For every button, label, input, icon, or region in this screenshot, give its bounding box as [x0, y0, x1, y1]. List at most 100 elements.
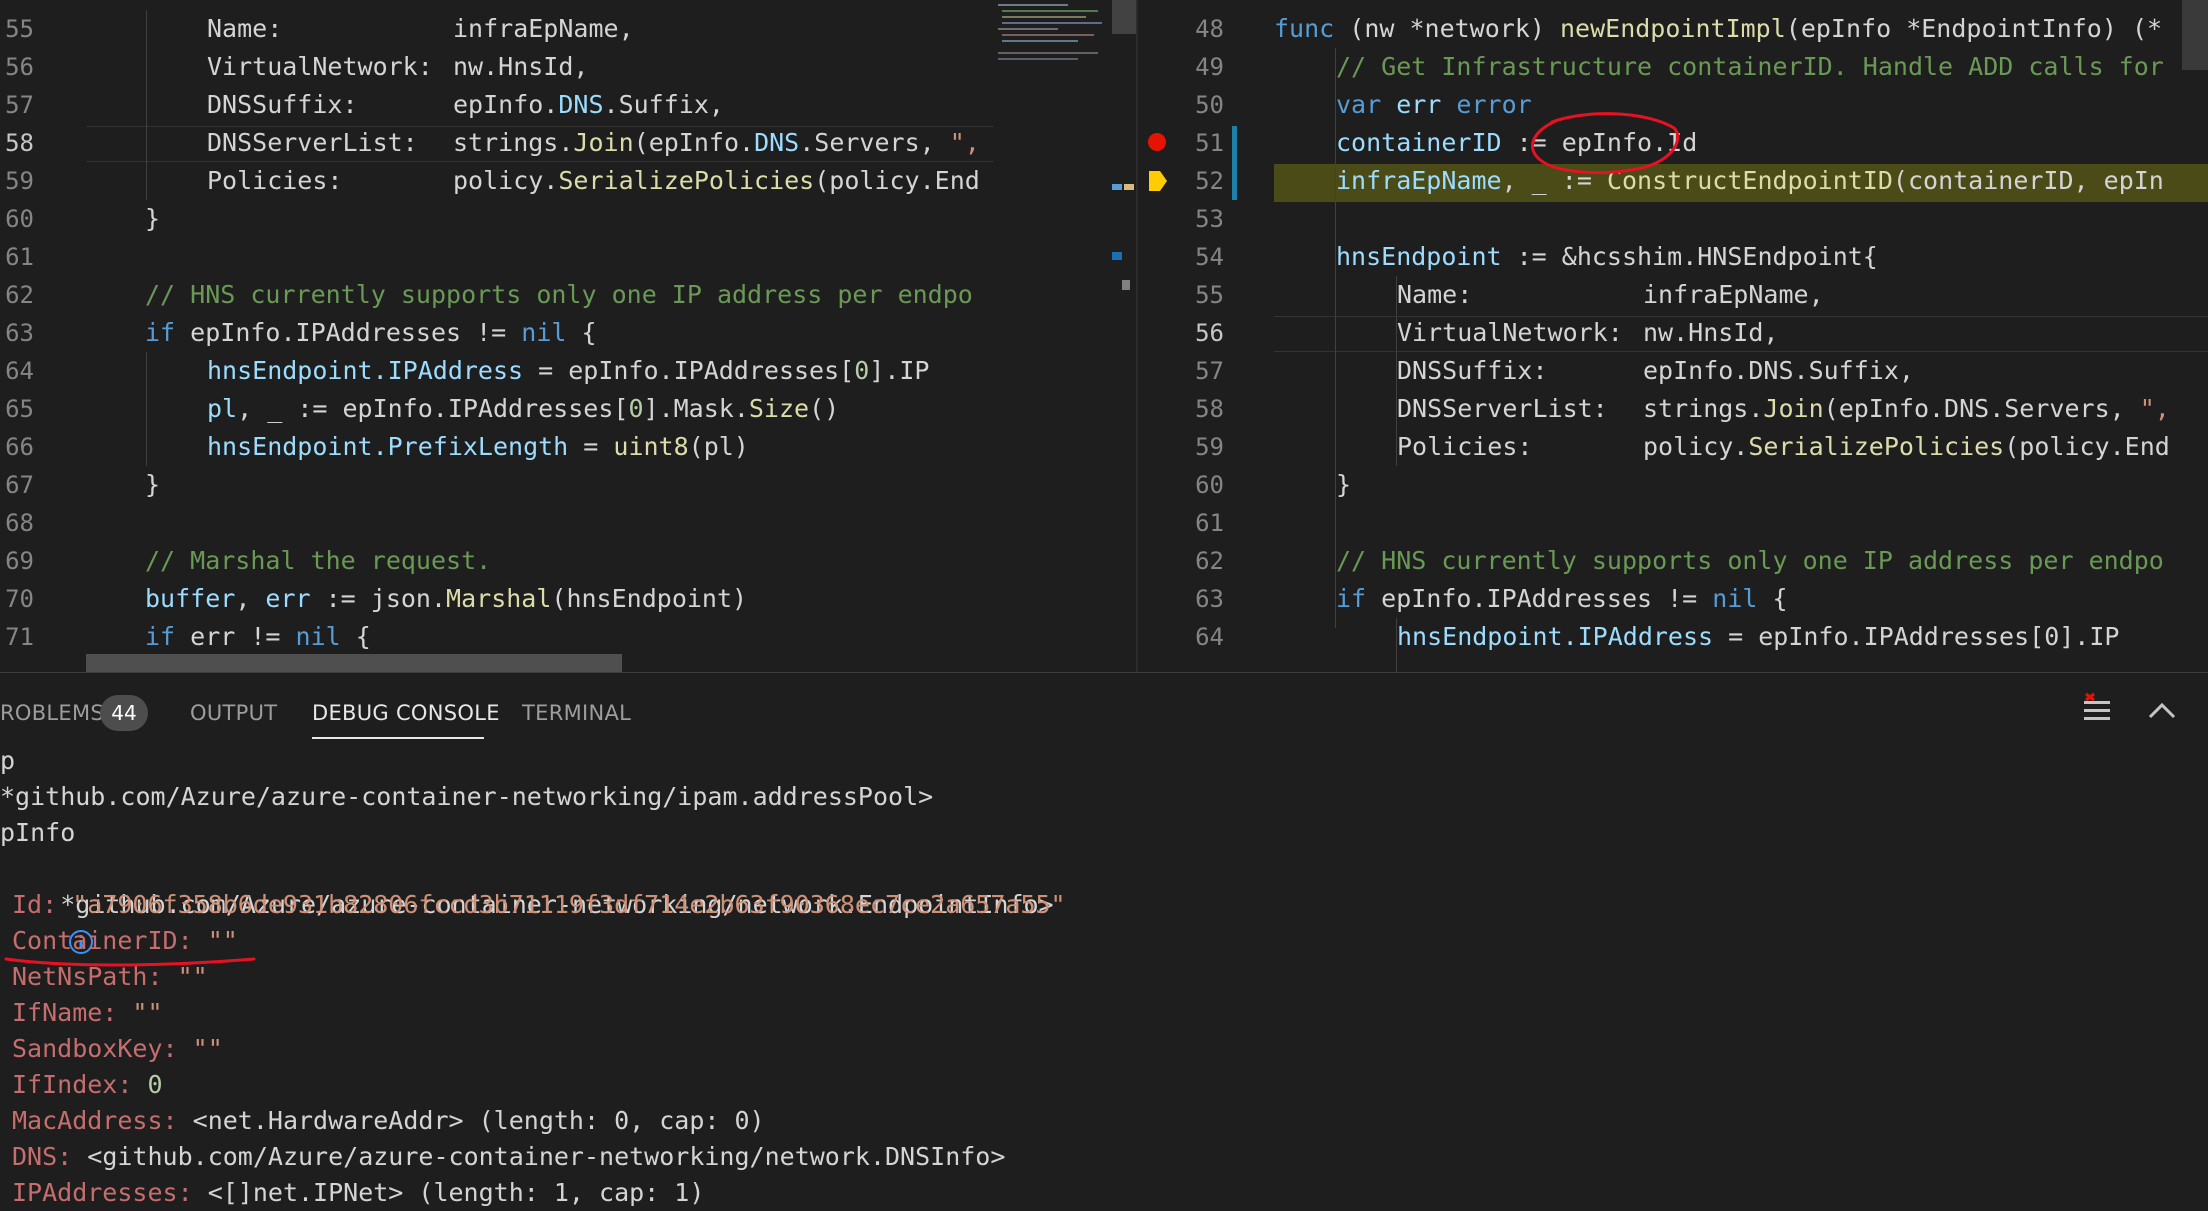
code-line: infraEpName, — [1643, 280, 1824, 309]
problems-count-badge: 44 — [100, 695, 148, 731]
console-line: pInfo — [0, 818, 76, 847]
console-property: MacAddress: <net.HardwareAddr> (length: … — [12, 1106, 765, 1135]
line-number: 59 — [5, 167, 34, 195]
minimap-line — [1002, 40, 1078, 42]
bottom-panel: ROBLEMS 44 OUTPUT DEBUG CONSOLE TERMINAL… — [0, 672, 2208, 1207]
code-line: Policies: — [207, 166, 343, 195]
line-number: 62 — [1195, 547, 1224, 575]
minimap-line — [998, 58, 1078, 60]
line-number: 51 — [1195, 129, 1224, 157]
line-number: 63 — [1195, 585, 1224, 613]
code-line: DNSServerList: — [207, 128, 418, 157]
console-property: NetNsPath: "" — [12, 962, 208, 991]
console-property: IPAddresses: <[]net.IPNet> (length: 1, c… — [12, 1178, 705, 1207]
code-line: hnsEndpoint.IPAddress = epInfo.IPAddress… — [1397, 622, 2120, 651]
line-number: 71 — [5, 623, 34, 651]
code-line: DNSSuffix: — [1397, 356, 1548, 385]
code-line: } — [145, 204, 161, 233]
code-line: } — [145, 470, 161, 499]
overview-ruler-mark — [1124, 184, 1134, 190]
code-line: containerID := epInfo.Id — [1336, 128, 1698, 157]
code-line: nw.HnsId, — [453, 52, 589, 81]
minimap-line — [998, 4, 1068, 6]
tab-debug-console[interactable]: DEBUG CONSOLE — [312, 693, 500, 733]
vertical-scrollbar[interactable] — [1112, 0, 1136, 34]
line-number: 61 — [5, 243, 34, 271]
line-number: 52 — [1195, 167, 1224, 195]
console-property: DNS: <github.com/Azure/azure-container-n… — [12, 1142, 1006, 1171]
code-line: Name: — [207, 14, 283, 43]
code-line: Name: — [1397, 280, 1473, 309]
clear-console-icon[interactable] — [2078, 691, 2118, 731]
left-editor[interactable]: 55 56 57 58 59 60 61 62 63 64 65 66 67 6… — [0, 0, 1136, 672]
vertical-scrollbar[interactable] — [2182, 0, 2208, 70]
line-number: 49 — [1195, 53, 1224, 81]
line-number: 65 — [5, 395, 34, 423]
code-line: if epInfo.IPAddresses != nil { — [1336, 584, 1788, 613]
change-indicator — [1232, 126, 1237, 200]
line-number: 60 — [1195, 471, 1224, 499]
minimap-line — [1002, 10, 1098, 12]
tab-terminal[interactable]: TERMINAL — [522, 693, 631, 733]
overview-ruler-mark — [1112, 184, 1122, 190]
code-line: VirtualNetwork: — [1397, 318, 1623, 347]
code-line: if err != nil { — [145, 622, 371, 651]
chevron-up-icon[interactable] — [2142, 691, 2182, 731]
code-line: buffer, err := json.Marshal(hnsEndpoint) — [145, 584, 748, 613]
code-line: infraEpName, — [453, 14, 634, 43]
line-number: 55 — [1195, 281, 1224, 309]
code-line: policy.SerializePolicies(policy.End — [453, 166, 980, 195]
console-line: p — [0, 746, 16, 775]
code-line: var err error — [1336, 90, 1532, 119]
line-number: 53 — [1195, 205, 1224, 233]
code-line: func (nw *network) newEndpointImpl(epInf… — [1274, 14, 2163, 43]
minimap[interactable] — [994, 0, 1110, 66]
overview-ruler-mark — [1122, 280, 1130, 290]
line-number: 57 — [1195, 357, 1224, 385]
code-line: hnsEndpoint := &hcsshim.HNSEndpoint{ — [1336, 242, 1878, 271]
line-number-gutter: 55 56 57 58 59 60 61 62 63 64 65 66 67 6… — [0, 0, 60, 672]
console-property: IfIndex: 0 — [12, 1070, 163, 1099]
line-number: 55 — [5, 15, 34, 43]
code-comment: // HNS currently supports only one IP ad… — [145, 280, 973, 309]
tab-output[interactable]: OUTPUT — [190, 693, 277, 733]
line-number: 59 — [1195, 433, 1224, 461]
line-number: 60 — [5, 205, 34, 233]
code-line: nw.HnsId, — [1643, 318, 1779, 347]
line-number: 64 — [5, 357, 34, 385]
line-number: 58 — [1195, 395, 1224, 423]
code-comment: // Get Infrastructure containerID. Handl… — [1336, 52, 2164, 81]
tab-problems[interactable]: ROBLEMS — [0, 693, 104, 733]
minimap-line — [1002, 34, 1094, 36]
console-line: *github.com/Azure/azure-container-networ… — [0, 782, 934, 811]
code-line: } — [1336, 470, 1352, 499]
line-number: 66 — [5, 433, 34, 461]
code-line: epInfo.DNS.Suffix, — [453, 90, 724, 119]
minimap-line — [998, 52, 1098, 54]
overview-ruler-mark — [1112, 252, 1122, 260]
code-comment: // HNS currently supports only one IP ad… — [1336, 546, 2164, 575]
code-line: if epInfo.IPAddresses != nil { — [145, 318, 597, 347]
code-line: epInfo.DNS.Suffix, — [1643, 356, 1914, 385]
code-line: strings.Join(epInfo.DNS.Servers, ", — [1643, 394, 2170, 423]
line-number: 68 — [5, 509, 34, 537]
code-line: VirtualNetwork: — [207, 52, 433, 81]
line-number: 63 — [5, 319, 34, 347]
code-line: pl, _ := epInfo.IPAddresses[0].Mask.Size… — [207, 394, 840, 423]
code-line: strings.Join(epInfo.DNS.Servers, ", — [453, 128, 980, 157]
minimap-line — [1002, 16, 1086, 18]
line-number: 62 — [5, 281, 34, 309]
console-property: SandboxKey: "" — [12, 1034, 223, 1063]
line-number: 61 — [1195, 509, 1224, 537]
code-comment: // Marshal the request. — [145, 546, 492, 575]
code-line: policy.SerializePolicies(policy.End — [1643, 432, 2170, 461]
line-number: 58 — [5, 129, 34, 157]
active-tab-indicator — [312, 737, 484, 739]
indent-guide — [146, 10, 147, 200]
horizontal-scrollbar[interactable] — [86, 654, 622, 672]
line-number: 56 — [5, 53, 34, 81]
code-line: DNSSuffix: — [207, 90, 358, 119]
console-property: Id: "a7906f358b6de931b82806fccd3b71119f3… — [12, 890, 1066, 919]
right-editor[interactable]: 48 49 50 51 52 53 54 55 56 57 58 59 60 6… — [1138, 0, 2208, 672]
minimap-line — [998, 28, 1058, 30]
